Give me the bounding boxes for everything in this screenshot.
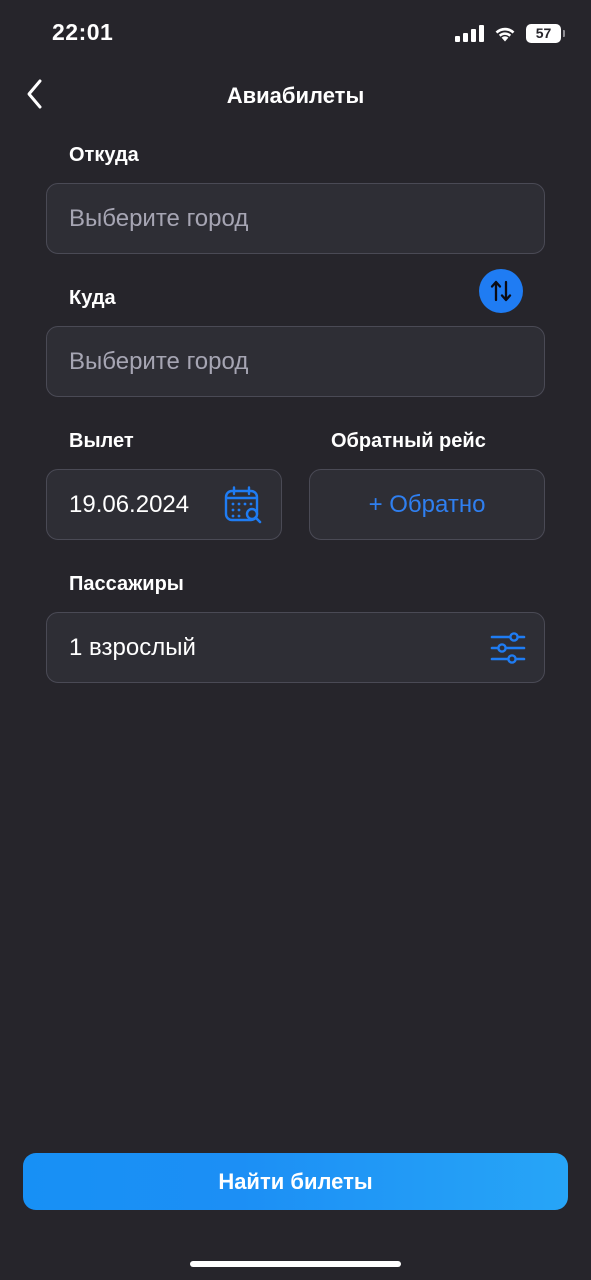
battery-level: 57: [535, 25, 552, 41]
departure-date-value: 19.06.2024: [69, 490, 190, 518]
to-field[interactable]: Выберите город: [46, 326, 545, 397]
passengers-value: 1 взрослый: [69, 633, 196, 661]
return-label: Обратный рейс: [331, 430, 486, 452]
calendar-search-icon[interactable]: [223, 485, 263, 524]
find-tickets-label: Найти билеты: [218, 1168, 373, 1194]
wifi-icon: [495, 27, 515, 41]
page-title: Авиабилеты: [226, 83, 365, 108]
screen: 22:01 57 Авиабилеты Откуда Выберите горо…: [0, 0, 591, 1280]
sliders-icon[interactable]: [490, 631, 526, 664]
swap-cities-button[interactable]: [479, 269, 523, 313]
cellular-signal-icon: [455, 24, 484, 42]
to-label: Куда: [69, 287, 116, 309]
from-placeholder: Выберите город: [69, 204, 249, 232]
from-field[interactable]: Выберите город: [46, 183, 545, 254]
status-icons: 57: [455, 20, 565, 46]
battery-icon: 57: [526, 23, 565, 43]
status-time: 22:01: [52, 19, 114, 45]
find-tickets-button[interactable]: Найти билеты: [23, 1153, 568, 1210]
swap-arrows-icon: [490, 280, 512, 302]
return-flight-label: + Обратно: [368, 490, 486, 518]
passengers-field[interactable]: 1 взрослый: [46, 612, 545, 683]
passengers-label: Пассажиры: [69, 573, 184, 595]
departure-date-field[interactable]: 19.06.2024: [46, 469, 282, 540]
to-placeholder: Выберите город: [69, 347, 249, 375]
departure-label: Вылет: [69, 430, 134, 452]
return-flight-button[interactable]: + Обратно: [309, 469, 545, 540]
from-label: Откуда: [69, 144, 139, 166]
home-indicator[interactable]: [190, 1261, 401, 1267]
